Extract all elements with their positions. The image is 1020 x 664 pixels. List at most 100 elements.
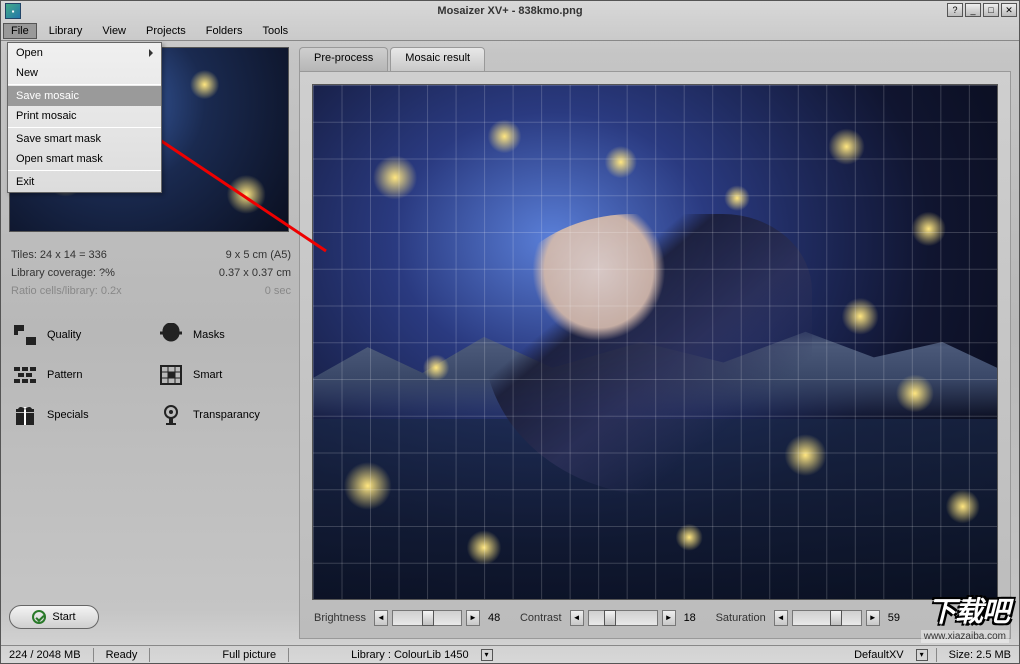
menu-label: Open xyxy=(16,47,43,59)
minimize-button[interactable]: _ xyxy=(965,3,981,17)
masks-icon xyxy=(157,322,185,348)
sliders-row: Brightness ◄ ► 48 Contrast ◄ ► 18 Satura xyxy=(312,610,998,626)
tool-pattern[interactable]: Pattern xyxy=(9,358,147,392)
menu-projects[interactable]: Projects xyxy=(138,23,194,39)
watermark-url: www.xiazaiba.com xyxy=(921,630,1009,643)
tool-label: Masks xyxy=(193,329,225,341)
menu-folders[interactable]: Folders xyxy=(198,23,251,39)
stat-coverage: Library coverage: ?% xyxy=(11,267,115,279)
status-separator xyxy=(149,648,150,662)
statusbar: 224 / 2048 MB Ready Full picture Library… xyxy=(1,645,1019,663)
menu-separator xyxy=(8,84,161,85)
maximize-button[interactable]: □ xyxy=(983,3,999,17)
status-size: Size: 2.5 MB xyxy=(945,649,1015,661)
menu-separator xyxy=(8,127,161,128)
menu-label: Exit xyxy=(16,176,34,188)
menu-view[interactable]: View xyxy=(94,23,134,39)
library-toggle[interactable]: ▾ xyxy=(481,649,493,661)
brightness-label: Brightness xyxy=(314,612,366,624)
check-icon xyxy=(32,610,46,624)
tool-label: Quality xyxy=(47,329,81,341)
tab-body: Brightness ◄ ► 48 Contrast ◄ ► 18 Satura xyxy=(299,71,1011,639)
saturation-label: Saturation xyxy=(716,612,766,624)
tool-grid: Quality Masks Pattern Smart Specials Tra… xyxy=(9,318,293,432)
brightness-thumb[interactable] xyxy=(422,610,434,626)
stat-row: Tiles: 24 x 14 = 3369 x 5 cm (A5) xyxy=(9,246,293,264)
file-menu-dropdown: Open New Save mosaic Print mosaic Save s… xyxy=(7,42,162,193)
brightness-inc[interactable]: ► xyxy=(466,610,480,626)
window-buttons: ? _ □ ✕ xyxy=(947,3,1017,17)
status-fullpicture: Full picture xyxy=(218,649,280,661)
tab-preprocess[interactable]: Pre-process xyxy=(299,47,388,71)
start-button[interactable]: Start xyxy=(9,605,99,629)
contrast-track[interactable] xyxy=(588,610,658,626)
status-ready: Ready xyxy=(102,649,142,661)
brightness-slider: ◄ ► xyxy=(374,610,480,626)
brightness-dec[interactable]: ◄ xyxy=(374,610,388,626)
tool-masks[interactable]: Masks xyxy=(155,318,293,352)
tool-transparency[interactable]: Transparancy xyxy=(155,398,293,432)
watermark-logo: 下载吧 xyxy=(928,590,1009,630)
file-open[interactable]: Open xyxy=(8,43,161,63)
file-save-smart-mask[interactable]: Save smart mask xyxy=(8,129,161,149)
menu-library[interactable]: Library xyxy=(41,23,91,39)
brightness-value: 48 xyxy=(488,612,512,624)
menu-file[interactable]: File xyxy=(3,23,37,39)
status-default: DefaultXV xyxy=(850,649,908,661)
saturation-dec[interactable]: ◄ xyxy=(774,610,788,626)
menu-separator xyxy=(8,170,161,171)
file-exit[interactable]: Exit xyxy=(8,172,161,192)
default-toggle[interactable]: ▾ xyxy=(916,649,928,661)
help-button[interactable]: ? xyxy=(947,3,963,17)
saturation-track[interactable] xyxy=(792,610,862,626)
file-save-mosaic[interactable]: Save mosaic xyxy=(8,86,161,106)
file-print-mosaic[interactable]: Print mosaic xyxy=(8,106,161,126)
saturation-inc[interactable]: ► xyxy=(866,610,880,626)
preview-canvas[interactable] xyxy=(312,84,998,600)
contrast-dec[interactable]: ◄ xyxy=(570,610,584,626)
contrast-slider: ◄ ► xyxy=(570,610,676,626)
stat-ratio: Ratio cells/library: 0.2x xyxy=(11,285,122,297)
file-new[interactable]: New xyxy=(8,63,161,83)
stat-cell: 0.37 x 0.37 cm xyxy=(219,267,291,279)
tool-smart[interactable]: Smart xyxy=(155,358,293,392)
brightness-track[interactable] xyxy=(392,610,462,626)
tool-specials[interactable]: Specials xyxy=(9,398,147,432)
close-button[interactable]: ✕ xyxy=(1001,3,1017,17)
stat-time: 0 sec xyxy=(265,285,291,297)
menubar: File Library View Projects Folders Tools xyxy=(1,21,1019,41)
status-separator xyxy=(936,648,937,662)
quality-icon xyxy=(11,322,39,348)
smart-icon xyxy=(157,362,185,388)
menu-label: Open smart mask xyxy=(16,153,103,165)
start-label: Start xyxy=(52,611,75,623)
specials-icon xyxy=(11,402,39,428)
watermark: 下载吧 www.xiazaiba.com xyxy=(921,590,1009,643)
tab-mosaic-result[interactable]: Mosaic result xyxy=(390,47,485,71)
app-window: ▪ Mosaizer XV+ - 838kmo.png ? _ □ ✕ File… xyxy=(0,0,1020,664)
tool-label: Smart xyxy=(193,369,222,381)
window-title: Mosaizer XV+ - 838kmo.png xyxy=(1,5,1019,17)
status-library: Library : ColourLib 1450 xyxy=(347,649,472,661)
stat-row: Library coverage: ?% 0.37 x 0.37 cm xyxy=(9,264,293,282)
stat-row: Ratio cells/library: 0.2x 0 sec xyxy=(9,282,293,300)
file-open-smart-mask[interactable]: Open smart mask xyxy=(8,149,161,169)
status-memory: 224 / 2048 MB xyxy=(5,649,85,661)
tool-label: Specials xyxy=(47,409,89,421)
mosaic-grid-overlay xyxy=(313,85,997,599)
contrast-thumb[interactable] xyxy=(604,610,616,626)
titlebar: ▪ Mosaizer XV+ - 838kmo.png ? _ □ ✕ xyxy=(1,1,1019,21)
saturation-slider: ◄ ► xyxy=(774,610,880,626)
contrast-label: Contrast xyxy=(520,612,562,624)
menu-label: Save mosaic xyxy=(16,90,79,102)
status-separator xyxy=(93,648,94,662)
right-panel: Pre-process Mosaic result Brightness ◄ xyxy=(299,41,1019,645)
tool-label: Transparancy xyxy=(193,409,260,421)
saturation-value: 59 xyxy=(888,612,912,624)
submenu-arrow-icon xyxy=(149,49,153,57)
contrast-inc[interactable]: ► xyxy=(662,610,676,626)
saturation-thumb[interactable] xyxy=(830,610,842,626)
menu-label: Save smart mask xyxy=(16,133,101,145)
menu-tools[interactable]: Tools xyxy=(254,23,296,39)
tool-quality[interactable]: Quality xyxy=(9,318,147,352)
